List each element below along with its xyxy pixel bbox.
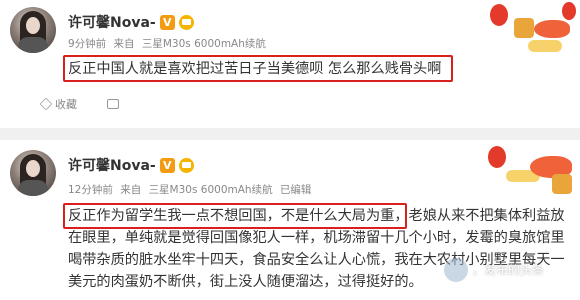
- verified-v-badge: V: [159, 157, 175, 173]
- favorite-label: 收藏: [55, 98, 77, 111]
- post-author[interactable]: 许可馨Nova- V: [68, 12, 194, 32]
- verified-v-badge: V: [159, 14, 175, 30]
- post-text: 反正中国人就是喜欢把过苦日子当美德呗 怎么那么贱骨头啊: [68, 61, 442, 77]
- watermark-logo-icon: [444, 258, 468, 282]
- user-avatar[interactable]: [10, 150, 56, 196]
- post-device: 三星M30s 6000mAh续航: [141, 38, 266, 50]
- post-meta: 12分钟前 来自 三星M30s 6000mAh续航 已编辑: [68, 182, 315, 197]
- post-separator: [0, 128, 580, 140]
- post-source-prefix: 来自: [120, 184, 142, 196]
- post-time[interactable]: 9分钟前: [68, 38, 106, 50]
- share-icon: [107, 99, 119, 109]
- post-actions: 收藏: [39, 96, 122, 112]
- post-author[interactable]: 许可馨Nova- V: [68, 155, 194, 175]
- share-button[interactable]: [107, 96, 122, 112]
- member-crown-icon: [178, 14, 194, 30]
- post-time[interactable]: 12分钟前: [68, 184, 113, 196]
- post-text-highlight: 反正作为留学生我一点不想回国，不是什么大局为重，: [68, 208, 409, 224]
- username[interactable]: 许可馨Nova-: [68, 12, 156, 32]
- post-source-prefix: 来自: [113, 38, 135, 50]
- toutiao-watermark: ，发布的头条: [444, 250, 544, 290]
- member-crown-icon: [178, 157, 194, 173]
- edited-label[interactable]: 已编辑: [280, 184, 312, 196]
- favorite-button[interactable]: 收藏: [39, 96, 77, 112]
- user-avatar[interactable]: [10, 7, 56, 53]
- weibo-post-1: 许可馨Nova- V 9分钟前 来自 三星M30s 6000mAh续航 反正中国…: [0, 0, 580, 128]
- post-device: 三星M30s 6000mAh续航: [148, 184, 273, 196]
- username[interactable]: 许可馨Nova-: [68, 155, 156, 175]
- post-meta: 9分钟前 来自 三星M30s 6000mAh续航: [68, 36, 270, 51]
- new-year-banner-decoration: [480, 140, 580, 196]
- watermark-text: ，发布的头条: [472, 263, 545, 277]
- new-year-banner-decoration: [480, 0, 580, 56]
- star-icon: [39, 97, 53, 111]
